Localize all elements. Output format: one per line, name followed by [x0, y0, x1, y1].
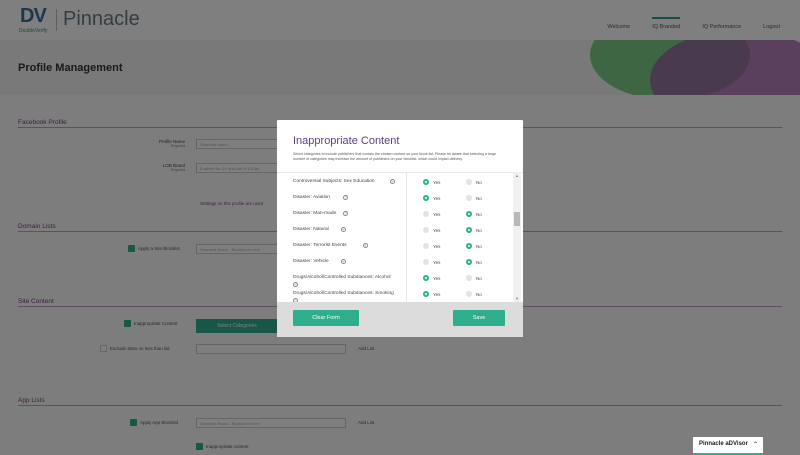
- radio-yes[interactable]: [423, 179, 429, 185]
- option-label: No: [476, 227, 482, 233]
- category-row: Disaster: Aviation? Yes No: [277, 195, 513, 211]
- category-label: Drugs/Alcohol/Controlled Substances: Smo…: [293, 291, 394, 296]
- save-button[interactable]: Save: [453, 310, 505, 326]
- option-label: No: [476, 291, 482, 297]
- scroll-thumb[interactable]: [514, 212, 520, 226]
- category-option-yes[interactable]: Yes: [423, 179, 440, 185]
- list-scrollbar[interactable]: ▲ ▼: [513, 172, 521, 302]
- radio-yes[interactable]: [423, 243, 429, 249]
- category-label: Disaster: Terrorist Events: [293, 243, 347, 248]
- category-row: Disaster: Natural? Yes No: [277, 227, 513, 243]
- option-label: Yes: [433, 243, 441, 249]
- option-label: No: [476, 195, 482, 201]
- category-option-no[interactable]: No: [466, 227, 482, 233]
- category-row: Controversial Subjects: Sex Education? Ye…: [277, 179, 513, 195]
- scroll-up-icon[interactable]: ▲: [513, 172, 521, 179]
- info-icon[interactable]: ?: [362, 243, 368, 248]
- radio-yes[interactable]: [423, 227, 429, 233]
- info-icon[interactable]: ?: [293, 282, 298, 287]
- radio-no[interactable]: [466, 227, 472, 233]
- option-label: No: [476, 243, 482, 249]
- modal-title: Inappropriate Content: [293, 135, 400, 147]
- category-option-yes[interactable]: Yes: [423, 291, 440, 297]
- category-row: Drugs/Alcohol/Controlled Substances: Smo…: [277, 291, 513, 302]
- option-label: No: [476, 259, 482, 265]
- category-option-yes[interactable]: Yes: [423, 243, 440, 249]
- chevron-up-icon: ⌃: [752, 442, 758, 448]
- clear-form-button[interactable]: Clear Form: [293, 310, 359, 326]
- category-option-no[interactable]: No: [466, 291, 482, 297]
- category-option-yes[interactable]: Yes: [423, 195, 440, 201]
- radio-no[interactable]: [466, 211, 472, 217]
- option-label: Yes: [433, 227, 441, 233]
- category-option-yes[interactable]: Yes: [423, 227, 440, 233]
- category-label: Disaster: Man-made: [293, 211, 337, 216]
- radio-yes[interactable]: [423, 291, 429, 297]
- modal-description: Select categories to include publishers …: [293, 152, 496, 161]
- radio-no[interactable]: [466, 195, 472, 201]
- category-label: Disaster: Natural: [293, 227, 329, 232]
- option-label: No: [476, 211, 482, 217]
- info-icon[interactable]: ?: [389, 179, 395, 184]
- category-option-yes[interactable]: Yes: [423, 275, 440, 281]
- info-icon[interactable]: ?: [340, 259, 346, 264]
- category-label: Controversial Subjects: Sex Education: [293, 179, 375, 184]
- option-label: No: [476, 275, 482, 281]
- radio-no[interactable]: [466, 179, 472, 185]
- column-divider: [406, 172, 407, 302]
- radio-no[interactable]: [466, 275, 472, 281]
- category-label: Drugs/Alcohol/Controlled Substances: Alc…: [293, 275, 391, 280]
- category-option-no[interactable]: No: [466, 275, 482, 281]
- radio-no[interactable]: [466, 259, 472, 265]
- category-option-no[interactable]: No: [466, 195, 482, 201]
- category-row: Disaster: Terrorist Events? Yes No: [277, 243, 513, 259]
- category-option-no[interactable]: No: [466, 259, 482, 265]
- category-option-yes[interactable]: Yes: [423, 211, 440, 217]
- category-option-no[interactable]: No: [466, 179, 482, 185]
- option-label: No: [476, 179, 482, 185]
- category-label: Disaster: Vehicle: [293, 259, 329, 264]
- radio-yes[interactable]: [423, 259, 429, 265]
- radio-no[interactable]: [466, 291, 472, 297]
- option-label: Yes: [433, 195, 441, 201]
- category-option-yes[interactable]: Yes: [423, 259, 440, 265]
- category-row: Disaster: Man-made? Yes No: [277, 211, 513, 227]
- radio-yes[interactable]: [423, 195, 429, 201]
- category-option-no[interactable]: No: [466, 211, 482, 217]
- category-option-no[interactable]: No: [466, 243, 482, 249]
- scroll-down-icon[interactable]: ▼: [513, 295, 521, 302]
- category-label: Disaster: Aviation: [293, 195, 330, 200]
- radio-yes[interactable]: [423, 275, 429, 281]
- option-label: Yes: [433, 259, 441, 265]
- option-label: Yes: [433, 211, 441, 217]
- category-list: Controversial Subjects: Sex Education? Ye…: [277, 172, 523, 302]
- info-icon[interactable]: ?: [340, 227, 346, 232]
- category-row: Disaster: Vehicle? Yes No: [277, 259, 513, 275]
- category-row: Drugs/Alcohol/Controlled Substances: Alc…: [277, 275, 513, 291]
- modal-footer: Clear Form Save: [277, 302, 523, 337]
- advisor-widget[interactable]: Pinnacle aDVisor ⌃: [693, 437, 763, 455]
- advisor-label: Pinnacle aDVisor: [699, 441, 748, 447]
- radio-yes[interactable]: [423, 211, 429, 217]
- inappropriate-content-modal: Inappropriate Content Select categories …: [277, 120, 523, 337]
- option-label: Yes: [433, 179, 441, 185]
- option-label: Yes: [433, 291, 441, 297]
- option-label: Yes: [433, 275, 441, 281]
- radio-no[interactable]: [466, 243, 472, 249]
